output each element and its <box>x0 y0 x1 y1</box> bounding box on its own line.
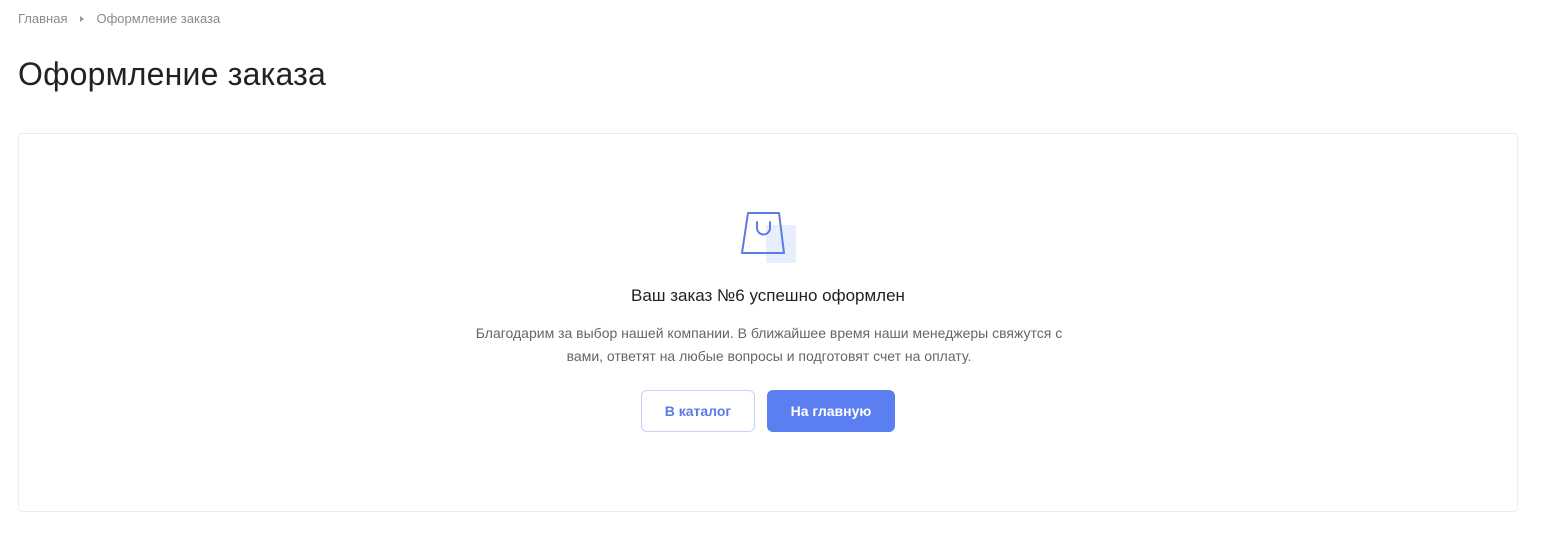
order-success-card: Ваш заказ №6 успешно оформлен Благодарим… <box>18 133 1518 512</box>
action-buttons: В каталог На главную <box>641 390 895 432</box>
success-message: Благодарим за выбор нашей компании. В бл… <box>475 325 1063 364</box>
success-title: Ваш заказ №6 успешно оформлен <box>631 286 905 305</box>
page-title: Оформление заказа <box>18 56 326 92</box>
shopping-bag-icon <box>741 212 796 263</box>
breadcrumb-separator-icon <box>80 15 85 22</box>
breadcrumb: Главная Оформление заказа <box>18 11 220 26</box>
home-button[interactable]: На главную <box>767 390 895 432</box>
breadcrumb-current: Оформление заказа <box>96 11 221 26</box>
breadcrumb-home-link[interactable]: Главная <box>18 11 67 26</box>
catalog-button[interactable]: В каталог <box>641 390 755 432</box>
